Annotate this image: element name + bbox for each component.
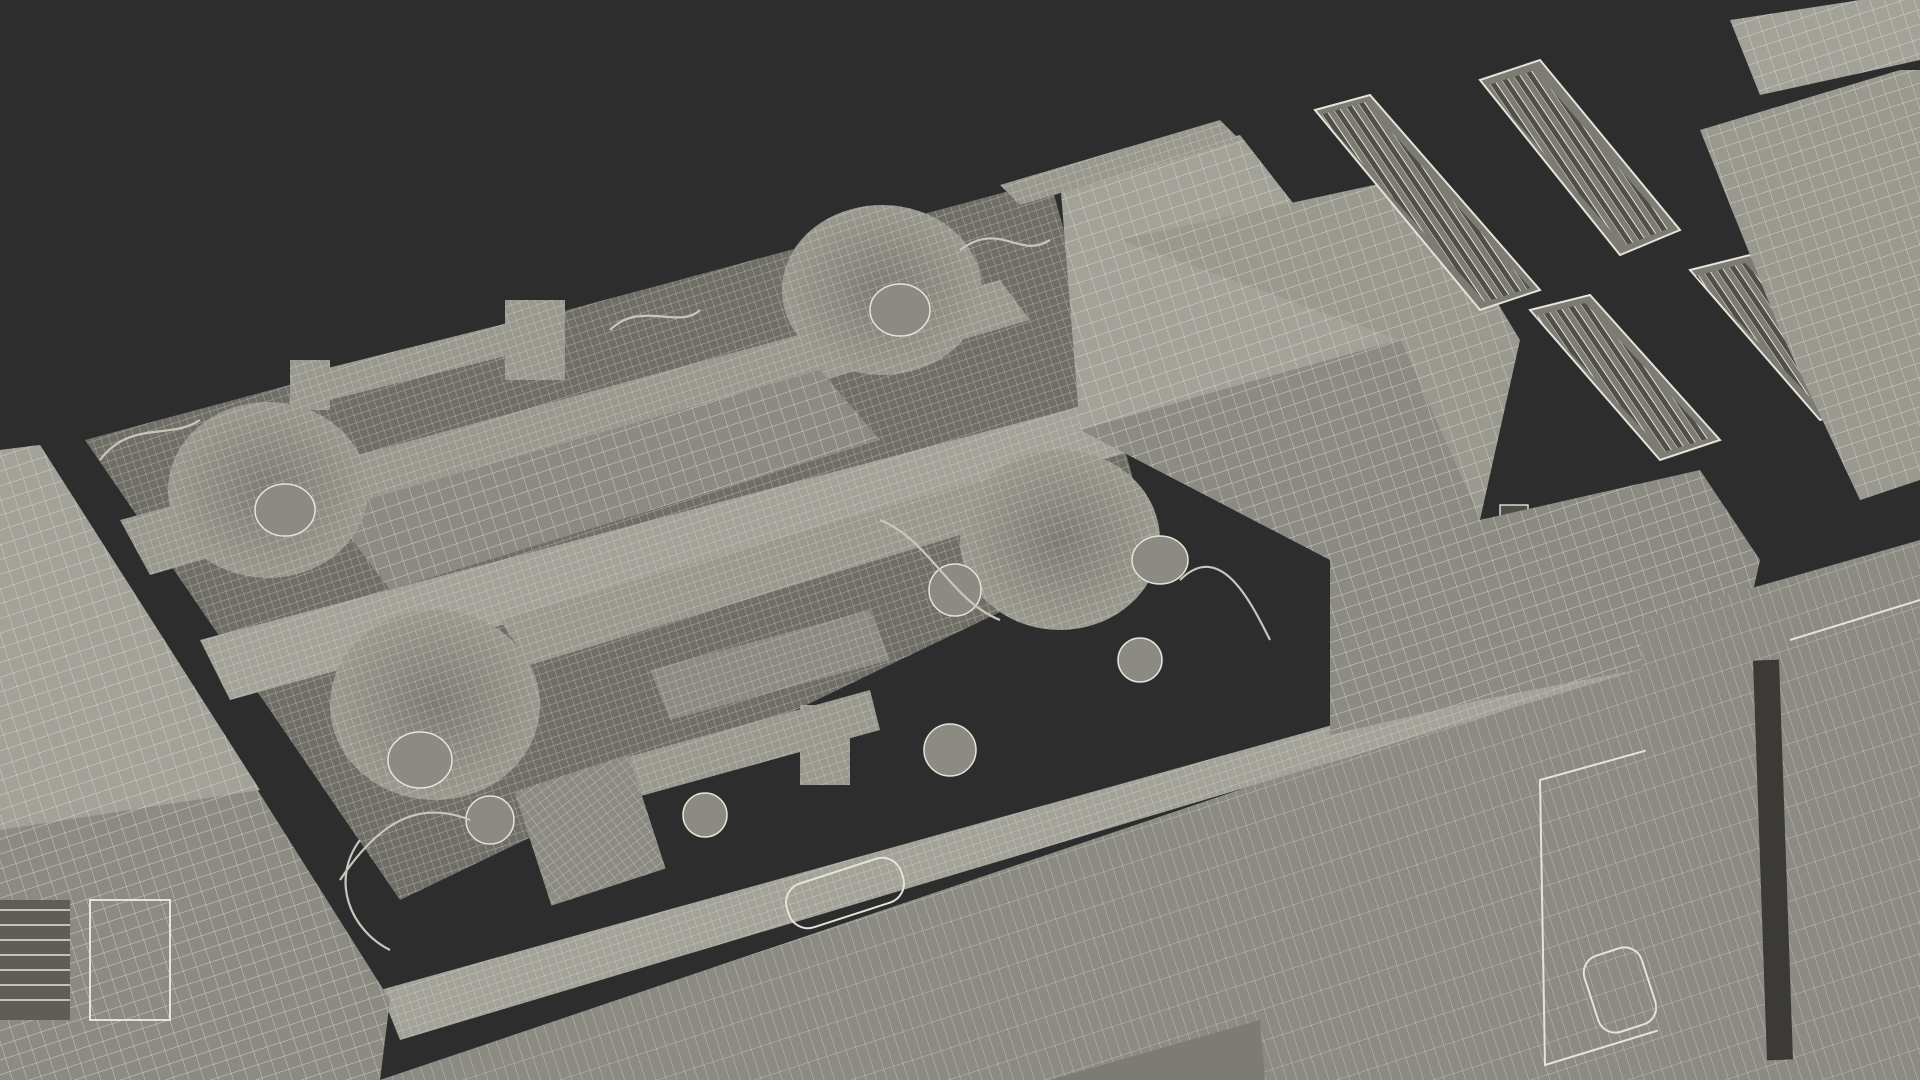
wireframe-scene [0,0,1920,1080]
right-side-body [1640,540,1920,1080]
wheel-rear-left [782,205,982,375]
render-viewport [0,0,1920,1080]
wheel-front-left [168,402,368,578]
wheel-front-right [330,610,540,800]
